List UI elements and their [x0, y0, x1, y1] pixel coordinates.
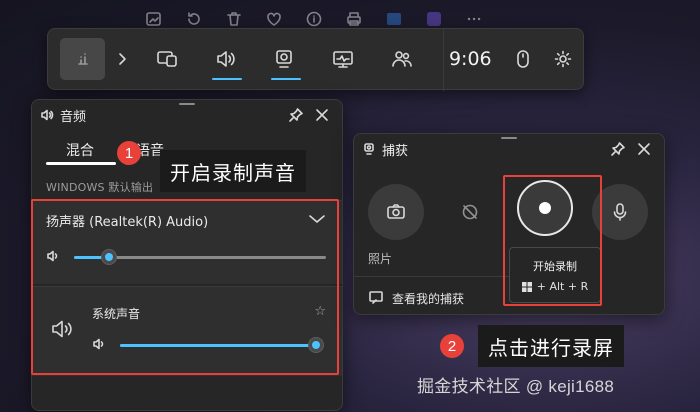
photo-app-toolbar [145, 8, 483, 30]
favorite-icon [267, 12, 281, 26]
social-widget-button[interactable] [372, 28, 431, 90]
app-icon [427, 12, 441, 26]
speaker-icon [216, 51, 235, 67]
rotate-icon [188, 12, 200, 25]
toolbar-separator [443, 29, 444, 91]
capture-panel-title: 捕获 [382, 143, 409, 159]
audio-panel-title: 音频 [60, 109, 87, 125]
screenshot-button[interactable] [368, 184, 424, 240]
pin-icon[interactable] [610, 141, 626, 157]
gallery-icon [369, 291, 383, 304]
info-icon [306, 11, 322, 27]
mouse-icon [517, 50, 530, 68]
close-icon[interactable] [636, 141, 652, 157]
print-icon [347, 12, 361, 26]
speaker-icon [41, 109, 54, 121]
record-last-disabled-icon [462, 204, 478, 220]
mouse-settings-button[interactable] [503, 49, 543, 69]
pin-icon[interactable] [288, 107, 304, 123]
see-my-captures-link[interactable]: 查看我的捕获 [354, 276, 509, 314]
audio-widget-button[interactable] [196, 28, 255, 90]
gear-icon [554, 50, 572, 68]
more-icon [467, 17, 481, 21]
onedrive-icon [387, 13, 401, 25]
widget-icon [77, 53, 88, 65]
close-icon[interactable] [314, 107, 330, 123]
settings-button[interactable] [543, 49, 583, 69]
active-tab-indicator [46, 162, 116, 165]
see-my-captures-label: 查看我的捕获 [392, 292, 465, 306]
tab-mix[interactable]: 混合 [66, 140, 94, 160]
step-2-badge: 2 [440, 334, 464, 358]
step-2-callout: 点击进行录屏 [478, 325, 624, 367]
microphone-icon [613, 203, 627, 221]
edit-image-icon [146, 12, 161, 26]
performance-widget-button[interactable] [314, 28, 373, 90]
watermark: 掘金技术社区 @ keji1688 [417, 377, 615, 396]
expand-button[interactable] [105, 52, 137, 66]
chevron-right-icon [118, 53, 126, 65]
capture-widget-button[interactable] [255, 28, 314, 90]
webcam-icon [364, 143, 374, 155]
delete-icon [227, 12, 241, 26]
clock: 9:06 [448, 48, 492, 70]
game-bar: 9:06 [47, 28, 584, 91]
camera-icon [387, 204, 405, 219]
record-highlight-box [503, 175, 602, 306]
people-icon [391, 51, 412, 67]
record-last-30s-button[interactable] [442, 184, 498, 240]
widget-store-button[interactable] [138, 28, 197, 90]
section-header: WINDOWS 默认输出 [46, 181, 154, 194]
monitor-chart-icon [333, 51, 353, 68]
step-1-badge: 1 [117, 141, 141, 165]
screens-icon [157, 51, 177, 67]
photo-label: 照片 [368, 252, 393, 266]
webcam-icon [276, 50, 293, 68]
audio-highlight-box [31, 199, 339, 375]
step-1-callout: 开启录制声音 [160, 150, 306, 192]
widget-menu-button[interactable] [60, 38, 106, 80]
